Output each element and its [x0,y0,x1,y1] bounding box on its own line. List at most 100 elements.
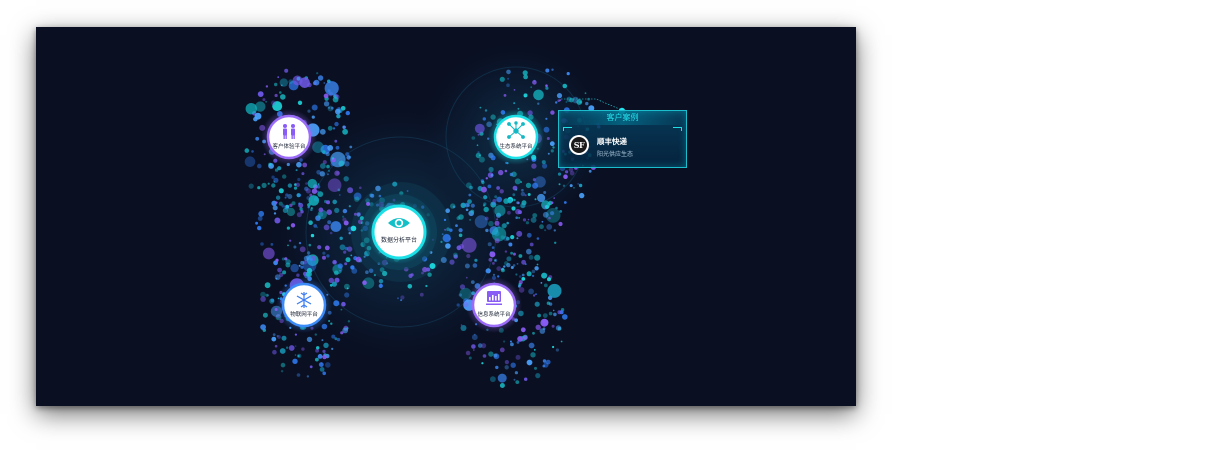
particle-dot [521,277,526,281]
particle-dot [506,83,510,87]
particle-dot [269,298,275,304]
particle-dot [298,264,301,267]
particle-dot [546,224,553,230]
particle-dot [280,84,283,87]
particle-dot [562,83,568,89]
particle-dot [299,77,311,88]
particle-dot [327,125,333,131]
particle-dot [262,98,266,102]
particle-dot [482,117,486,121]
particle-dot [493,258,498,263]
particle-dot [442,234,451,243]
particle-dot [275,258,279,262]
particle-dot [441,233,444,236]
particle-dot [555,348,560,352]
particle-dot [487,184,492,189]
particle-dot [293,245,297,249]
particle-dot [272,333,276,336]
particle-dot [296,212,302,218]
particle-dot [440,257,447,263]
particle-dot [527,193,531,196]
particle-dot [468,356,472,360]
particle-dot [531,274,535,278]
particle-dot [344,161,350,167]
particle-dot [565,101,568,103]
particle-dot [542,163,548,169]
particle-dot [550,149,554,153]
node-data-analytics[interactable]: 数据分析平台 [361,194,437,270]
particle-dot [515,273,518,276]
particle-dot [327,145,334,151]
particle-dot [518,287,525,293]
particle-dot [545,117,548,120]
particle-dot [553,312,557,317]
node-ecosystem[interactable]: 生态系统平台 [488,109,544,165]
particle-dot [279,78,288,87]
node-information-system[interactable]: 信息系统平台 [466,277,522,333]
particle-dot [311,188,318,194]
butterfly-network-graphic: 数据分析平台 客户体验平台 生态系统平台 物联网平台 信息系统平台 [244,37,626,388]
particle-dot [483,202,487,206]
particle-dot [518,216,521,219]
particle-dot [568,167,574,172]
particle-dot [331,157,335,160]
particle-dot [322,371,327,376]
particle-dot [347,187,354,194]
particle-dot [512,252,516,256]
particle-dot [331,281,337,287]
particle-dot [316,72,319,75]
case-description: 阳光供应生态 [597,151,634,158]
particle-dot [520,191,526,197]
node-customer-experience[interactable]: 客户体验平台 [261,109,317,165]
particle-dot [480,186,487,193]
particle-dot [295,182,300,187]
particle-dot [577,182,580,185]
particle-dot [333,300,340,307]
particle-dot [550,201,554,204]
particle-dot [460,325,467,331]
particle-dot [456,245,462,251]
particle-dot [481,180,485,185]
particle-dot [254,112,262,120]
particle-dot [426,267,431,272]
particle-dot [277,267,282,273]
particle-dot [343,250,347,254]
particle-dot [543,273,548,277]
particle-dot [310,258,313,261]
particle-dot [526,232,532,238]
particle-dot [264,282,271,289]
particle-dot [525,221,529,225]
particle-dot [274,82,278,87]
customer-case-card[interactable]: 客户案例 SF 顺丰快递 阳光供应生态 [558,110,687,168]
particle-dot [342,128,348,135]
particle-dot [343,126,347,129]
particle-dot [334,170,340,176]
particle-dot [327,169,331,172]
particle-dot [295,169,298,172]
particle-dot [555,325,562,331]
particle-dot [368,268,374,274]
particle-dot [330,322,333,325]
particle-dot [492,199,497,203]
particle-dot [563,201,567,204]
particle-dot [338,160,345,167]
node-iot[interactable]: 物联网平台 [276,277,332,333]
particle-dot [334,207,340,213]
particle-dot [271,100,276,106]
particle-dot [510,235,515,240]
particle-dot [297,100,303,106]
particle-dot [285,193,289,197]
particle-dot [496,218,499,221]
particle-dot [483,206,489,213]
particle-dot [445,243,451,249]
particle-dot [400,295,405,300]
particle-dot [471,136,476,140]
particle-dot [290,263,299,273]
particle-dot [245,103,257,115]
particle-dot [346,155,351,160]
particle-dot [296,373,301,377]
particle-dot [545,68,550,73]
particle-dot [476,144,479,146]
particle-dot [558,183,561,186]
particle-dot [530,86,533,89]
